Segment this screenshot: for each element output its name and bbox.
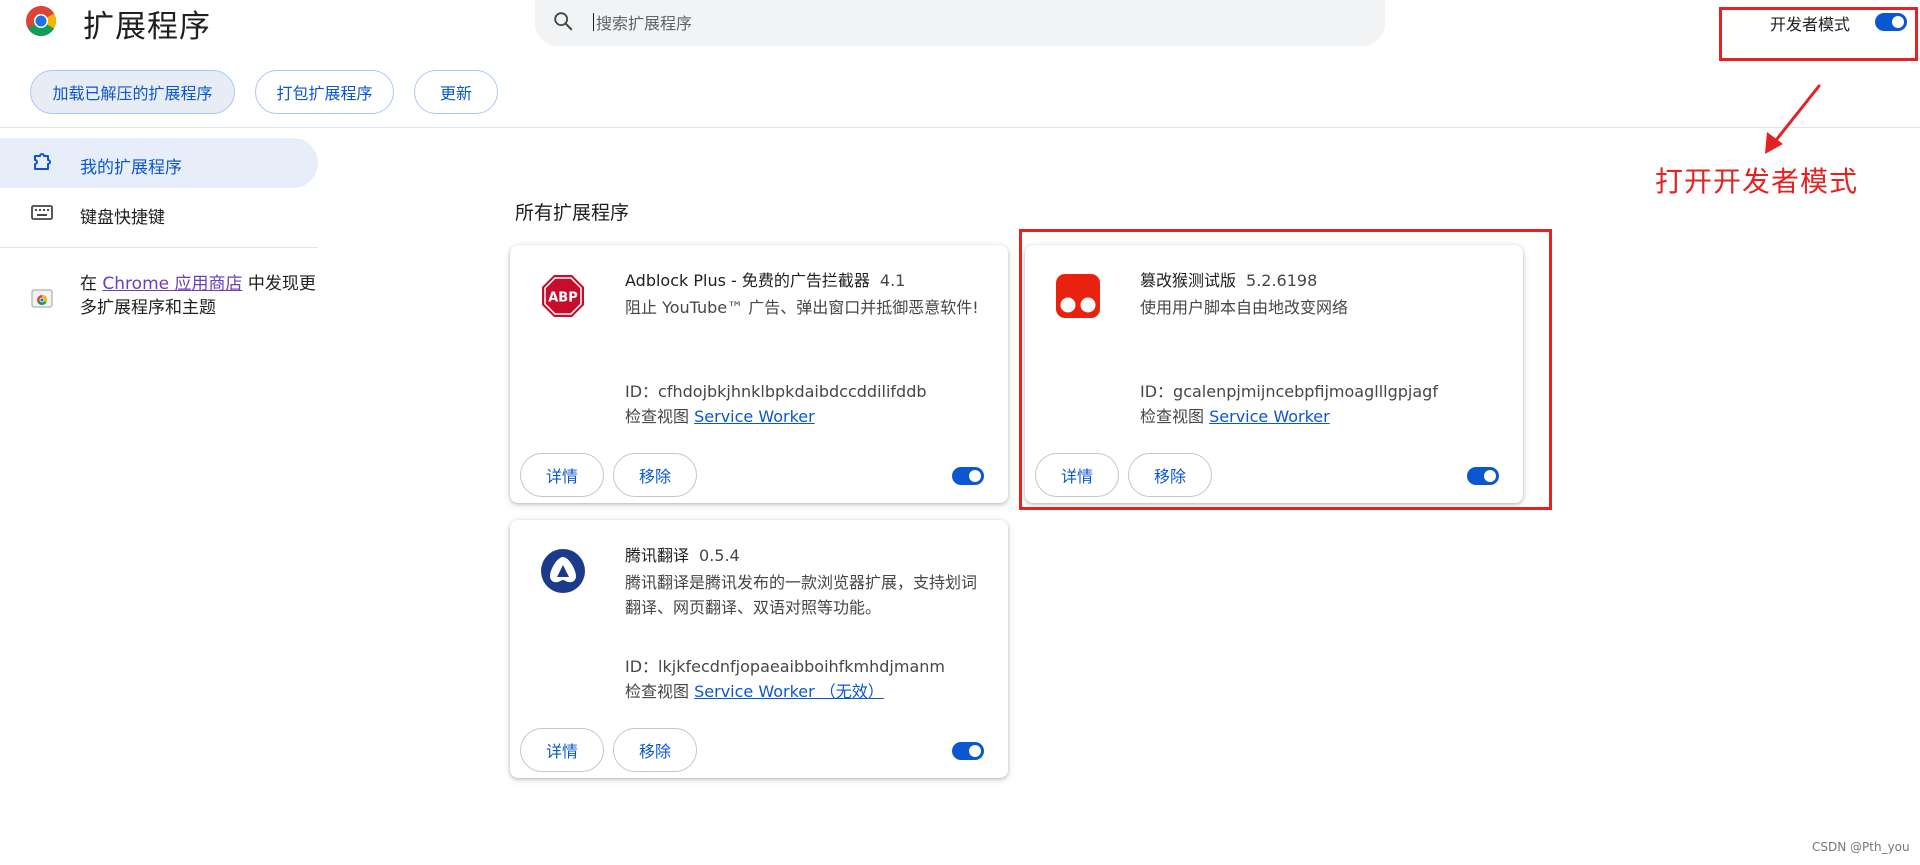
annotation-arrow-icon <box>1765 84 1821 154</box>
search-input[interactable] <box>594 9 1358 37</box>
inspect-label: 检查视图 <box>625 407 690 426</box>
extension-name: Adblock Plus - 免费的广告拦截器 <box>625 271 870 290</box>
toolbar-divider <box>0 127 1920 128</box>
chrome-logo-icon <box>26 5 57 37</box>
extension-id: cfhdojbkjhnklbpkdaibdccddilifddb <box>658 382 927 401</box>
inspect-label: 检查视图 <box>625 682 690 701</box>
service-worker-link[interactable]: Service Worker （无效） <box>694 682 884 701</box>
inspect-views-row: 检查视图 Service Worker （无效） <box>625 678 884 702</box>
watermark: CSDN @Pth_you <box>1812 840 1910 854</box>
abp-icon: ABP <box>542 275 584 317</box>
section-title: 所有扩展程序 <box>515 202 630 224</box>
load-unpacked-button[interactable]: 加载已解压的扩展程序 <box>30 70 235 114</box>
devmode-highlight-box <box>1719 7 1918 61</box>
extension-enable-toggle[interactable] <box>952 467 984 485</box>
extension-card: 腾讯翻译 0.5.4 腾讯翻译是腾讯发布的一款浏览器扩展，支持划词翻译、网页翻译、… <box>510 520 1008 778</box>
update-button[interactable]: 更新 <box>414 70 498 114</box>
sidebar-item-label: 我的扩展程序 <box>80 158 182 178</box>
extension-id-row: ID：cfhdojbkjhnklbpkdaibdccddilifddb <box>625 378 927 402</box>
extension-id: lkjkfecdnfjopaeaibboihfkmhdjmanm <box>658 657 945 676</box>
extension-card: ABP Adblock Plus - 免费的广告拦截器 4.1 阻止 YouTub… <box>510 245 1008 503</box>
extension-highlight-box <box>1019 229 1552 510</box>
extension-description: 阻止 YouTube™ 广告、弹出窗口并抵御恶意软件! <box>625 298 979 317</box>
extension-id-label: ID： <box>625 657 659 676</box>
store-promo-text: 在 Chrome 应用商店 中发现更多扩展程序和主题 <box>80 272 320 320</box>
annotation-text: 打开开发者模式 <box>1655 165 1859 198</box>
pack-extension-button[interactable]: 打包扩展程序 <box>255 70 394 114</box>
extension-id-row: ID：lkjkfecdnfjopaeaibboihfkmhdjmanm <box>625 653 945 677</box>
tencent-translate-icon <box>541 549 585 593</box>
chrome-store-link[interactable]: Chrome 应用商店 <box>102 274 242 294</box>
details-button[interactable]: 详情 <box>520 728 604 772</box>
extension-enable-toggle[interactable] <box>952 742 984 760</box>
inspect-views-row: 检查视图 Service Worker <box>625 403 815 427</box>
remove-button[interactable]: 移除 <box>613 453 697 497</box>
extension-version: 4.1 <box>879 271 906 290</box>
sidebar-divider <box>0 247 318 248</box>
search-icon <box>554 12 573 31</box>
extension-version: 0.5.4 <box>699 546 740 565</box>
chrome-web-store-icon <box>31 289 53 308</box>
remove-button[interactable]: 移除 <box>613 728 697 772</box>
keyboard-icon <box>31 205 53 220</box>
store-prefix: 在 <box>80 274 103 294</box>
extension-name: 腾讯翻译 <box>625 546 690 565</box>
extension-name-row: Adblock Plus - 免费的广告拦截器 4.1 <box>625 267 905 291</box>
details-button[interactable]: 详情 <box>520 453 604 497</box>
extension-description: 腾讯翻译是腾讯发布的一款浏览器扩展，支持划词翻译、网页翻译、双语对照等功能。 <box>625 573 978 617</box>
abp-icon-text: ABP <box>548 291 578 306</box>
extension-name-row: 腾讯翻译 0.5.4 <box>625 542 740 566</box>
extension-id-label: ID： <box>625 382 659 401</box>
extension-puzzle-icon <box>34 153 51 170</box>
page-title: 扩展程序 <box>83 9 211 45</box>
service-worker-link[interactable]: Service Worker <box>694 407 815 426</box>
sidebar-item-keyboard-shortcuts[interactable]: 键盘快捷键 <box>80 203 165 228</box>
